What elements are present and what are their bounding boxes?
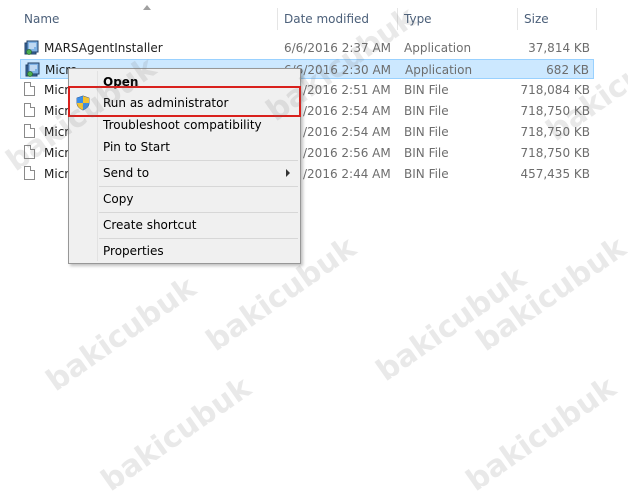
- file-type: BIN File: [404, 104, 449, 118]
- file-date: /2016 2:56 AM: [303, 146, 391, 160]
- installer-icon: [25, 62, 40, 77]
- submenu-arrow-icon: [286, 169, 290, 177]
- file-date: /2016 2:44 AM: [303, 167, 391, 181]
- file-type: Application: [404, 41, 472, 55]
- file-type: BIN File: [404, 83, 449, 97]
- menu-separator: [99, 160, 298, 161]
- watermark: bakicubuk: [40, 270, 203, 399]
- column-divider[interactable]: [277, 8, 278, 30]
- file-type: BIN File: [404, 125, 449, 139]
- menu-item-create-shortcut[interactable]: Create shortcut: [69, 214, 300, 236]
- file-date: /2016 2:54 AM: [303, 104, 391, 118]
- file-name[interactable]: Micr: [44, 164, 69, 184]
- column-name[interactable]: Name: [24, 8, 277, 30]
- menu-item-properties[interactable]: Properties: [69, 240, 300, 262]
- file-type: BIN File: [404, 146, 449, 160]
- menu-separator: [99, 186, 298, 187]
- file-type: Application: [405, 63, 473, 77]
- installer-icon: [24, 40, 39, 55]
- file-name[interactable]: Micr: [44, 80, 69, 100]
- column-size[interactable]: Size: [524, 8, 596, 30]
- column-header: Name Date modified Type Size: [0, 5, 628, 30]
- file-date: /2016 2:54 AM: [303, 125, 391, 139]
- file-size: 457,435 KB: [520, 167, 590, 181]
- file-size: 682 KB: [546, 63, 589, 77]
- file-icon: [24, 82, 35, 96]
- menu-item-send-to[interactable]: Send to: [69, 162, 300, 184]
- file-row[interactable]: MARSAgentInstaller 6/6/2016 2:37 AM Appl…: [20, 38, 594, 58]
- watermark: bakicubuk: [95, 370, 258, 499]
- column-divider[interactable]: [596, 8, 597, 30]
- file-size: 718,750 KB: [520, 146, 590, 160]
- file-size: 37,814 KB: [528, 41, 590, 55]
- file-icon: [24, 103, 35, 117]
- column-divider[interactable]: [517, 8, 518, 30]
- menu-item-label: Send to: [103, 166, 150, 180]
- watermark: bakicubuk: [460, 370, 623, 499]
- menu-separator: [99, 238, 298, 239]
- menu-separator: [99, 212, 298, 213]
- menu-item-copy[interactable]: Copy: [69, 188, 300, 210]
- menu-item-pin-to-start[interactable]: Pin to Start: [69, 136, 300, 158]
- file-type: BIN File: [404, 167, 449, 181]
